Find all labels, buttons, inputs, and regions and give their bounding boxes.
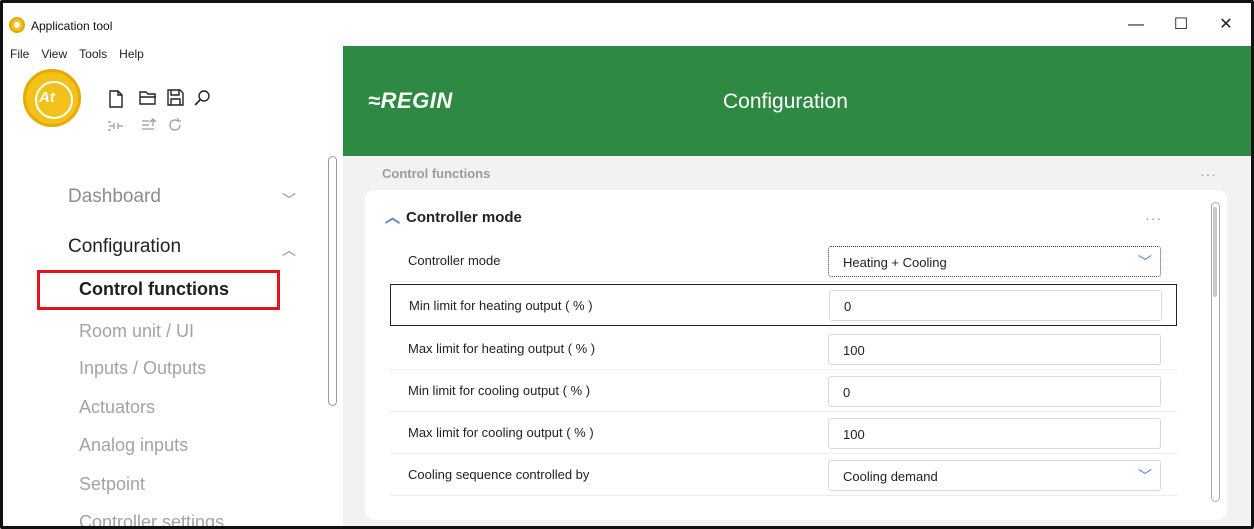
- min-cooling-input[interactable]: 0: [828, 376, 1161, 407]
- setting-row-min-heating: Min limit for heating output ( % ) 0: [390, 284, 1177, 326]
- sidebar-scrollbar[interactable]: [328, 156, 337, 406]
- setting-row-max-heating: Max limit for heating output ( % ) 100: [390, 328, 1177, 370]
- setting-label: Max limit for cooling output ( % ): [408, 425, 594, 440]
- chevron-up-icon[interactable]: ︿: [282, 240, 296, 260]
- app-gear-icon: [9, 17, 25, 33]
- section-more-icon[interactable]: ···: [1200, 166, 1217, 182]
- collapse-chevron-icon[interactable]: ︿: [385, 209, 400, 226]
- chevron-down-icon: ﹀: [1138, 468, 1152, 484]
- new-file-icon[interactable]: [107, 90, 125, 108]
- select-value: Heating + Cooling: [843, 255, 947, 270]
- sidebar-subitem-room-unit[interactable]: Room unit / UI: [79, 321, 194, 342]
- setting-label: Cooling sequence controlled by: [408, 467, 590, 482]
- menu-help[interactable]: Help: [119, 47, 144, 61]
- setting-label: Min limit for heating output ( % ): [409, 298, 593, 313]
- connect-icon: [107, 118, 125, 136]
- sidebar-subitem-control-functions[interactable]: Control functions: [79, 279, 229, 300]
- card-header[interactable]: ︿ Controller mode: [385, 206, 522, 227]
- logo-text: At: [39, 89, 55, 106]
- chevron-down-icon[interactable]: ﹀: [282, 190, 296, 210]
- upload-icon: [139, 117, 157, 135]
- menu-view[interactable]: View: [41, 47, 67, 61]
- controller-mode-select[interactable]: Heating + Cooling ﹀: [828, 246, 1161, 277]
- chevron-down-icon: ﹀: [1138, 254, 1152, 270]
- card-more-icon[interactable]: ···: [1145, 210, 1162, 226]
- sidebar-subitem-analog-inputs[interactable]: Analog inputs: [79, 435, 188, 456]
- setting-row-max-cooling: Max limit for cooling output ( % ) 100: [390, 412, 1177, 454]
- minimize-button[interactable]: —: [1121, 13, 1151, 37]
- cooling-sequence-select[interactable]: Cooling demand ﹀: [828, 460, 1161, 491]
- setting-row-cooling-sequence: Cooling sequence controlled by Cooling d…: [390, 454, 1177, 496]
- min-heating-input[interactable]: 0: [829, 290, 1162, 321]
- save-icon[interactable]: [166, 89, 184, 107]
- max-cooling-input[interactable]: 100: [828, 418, 1161, 449]
- sidebar-item-dashboard[interactable]: Dashboard: [68, 186, 161, 208]
- max-heating-input[interactable]: 100: [828, 334, 1161, 365]
- close-button[interactable]: ✕: [1211, 13, 1241, 37]
- maximize-button[interactable]: ☐: [1166, 13, 1196, 37]
- card-scrollbar[interactable]: [1211, 202, 1220, 502]
- card-title: Controller mode: [406, 209, 522, 226]
- setting-label: Max limit for heating output ( % ): [408, 341, 596, 356]
- select-value: Cooling demand: [843, 469, 938, 484]
- controller-mode-card: ︿ Controller mode ··· Controller mode Hea…: [365, 190, 1227, 520]
- sidebar-subitem-inputs-outputs[interactable]: Inputs / Outputs: [79, 358, 206, 379]
- open-folder-icon[interactable]: [139, 90, 157, 108]
- menu-tools[interactable]: Tools: [79, 47, 107, 61]
- setting-row-controller-mode: Controller mode Heating + Cooling ﹀: [390, 240, 1177, 282]
- header-band: ≈REGIN Configuration: [343, 46, 1251, 156]
- window-title: Application tool: [31, 19, 113, 33]
- search-icon[interactable]: [193, 89, 211, 107]
- main-content: Control functions ··· ︿ Controller mode ·…: [343, 156, 1251, 526]
- refresh-icon: [166, 117, 184, 135]
- menu-file[interactable]: File: [10, 47, 29, 61]
- app-logo: At: [23, 69, 81, 127]
- brand-logo: ≈REGIN: [368, 88, 453, 113]
- sidebar-subitem-actuators[interactable]: Actuators: [79, 397, 155, 418]
- setting-row-min-cooling: Min limit for cooling output ( % ) 0: [390, 370, 1177, 412]
- setting-label: Min limit for cooling output ( % ): [408, 383, 591, 398]
- sidebar: Dashboard ﹀ Configuration ︿ Control func…: [3, 156, 343, 526]
- menu-bar: File View Tools Help: [10, 47, 144, 61]
- sidebar-subitem-controller-settings[interactable]: Controller settings: [79, 512, 224, 526]
- setting-label: Controller mode: [408, 253, 501, 268]
- sidebar-item-configuration[interactable]: Configuration: [68, 236, 181, 258]
- section-label: Control functions: [382, 166, 491, 181]
- app-window: Application tool — ☐ ✕ File View Tools H…: [0, 0, 1254, 529]
- title-bar: Application tool — ☐ ✕: [3, 3, 1251, 45]
- sidebar-subitem-setpoint[interactable]: Setpoint: [79, 474, 145, 495]
- page-title: Configuration: [723, 90, 848, 113]
